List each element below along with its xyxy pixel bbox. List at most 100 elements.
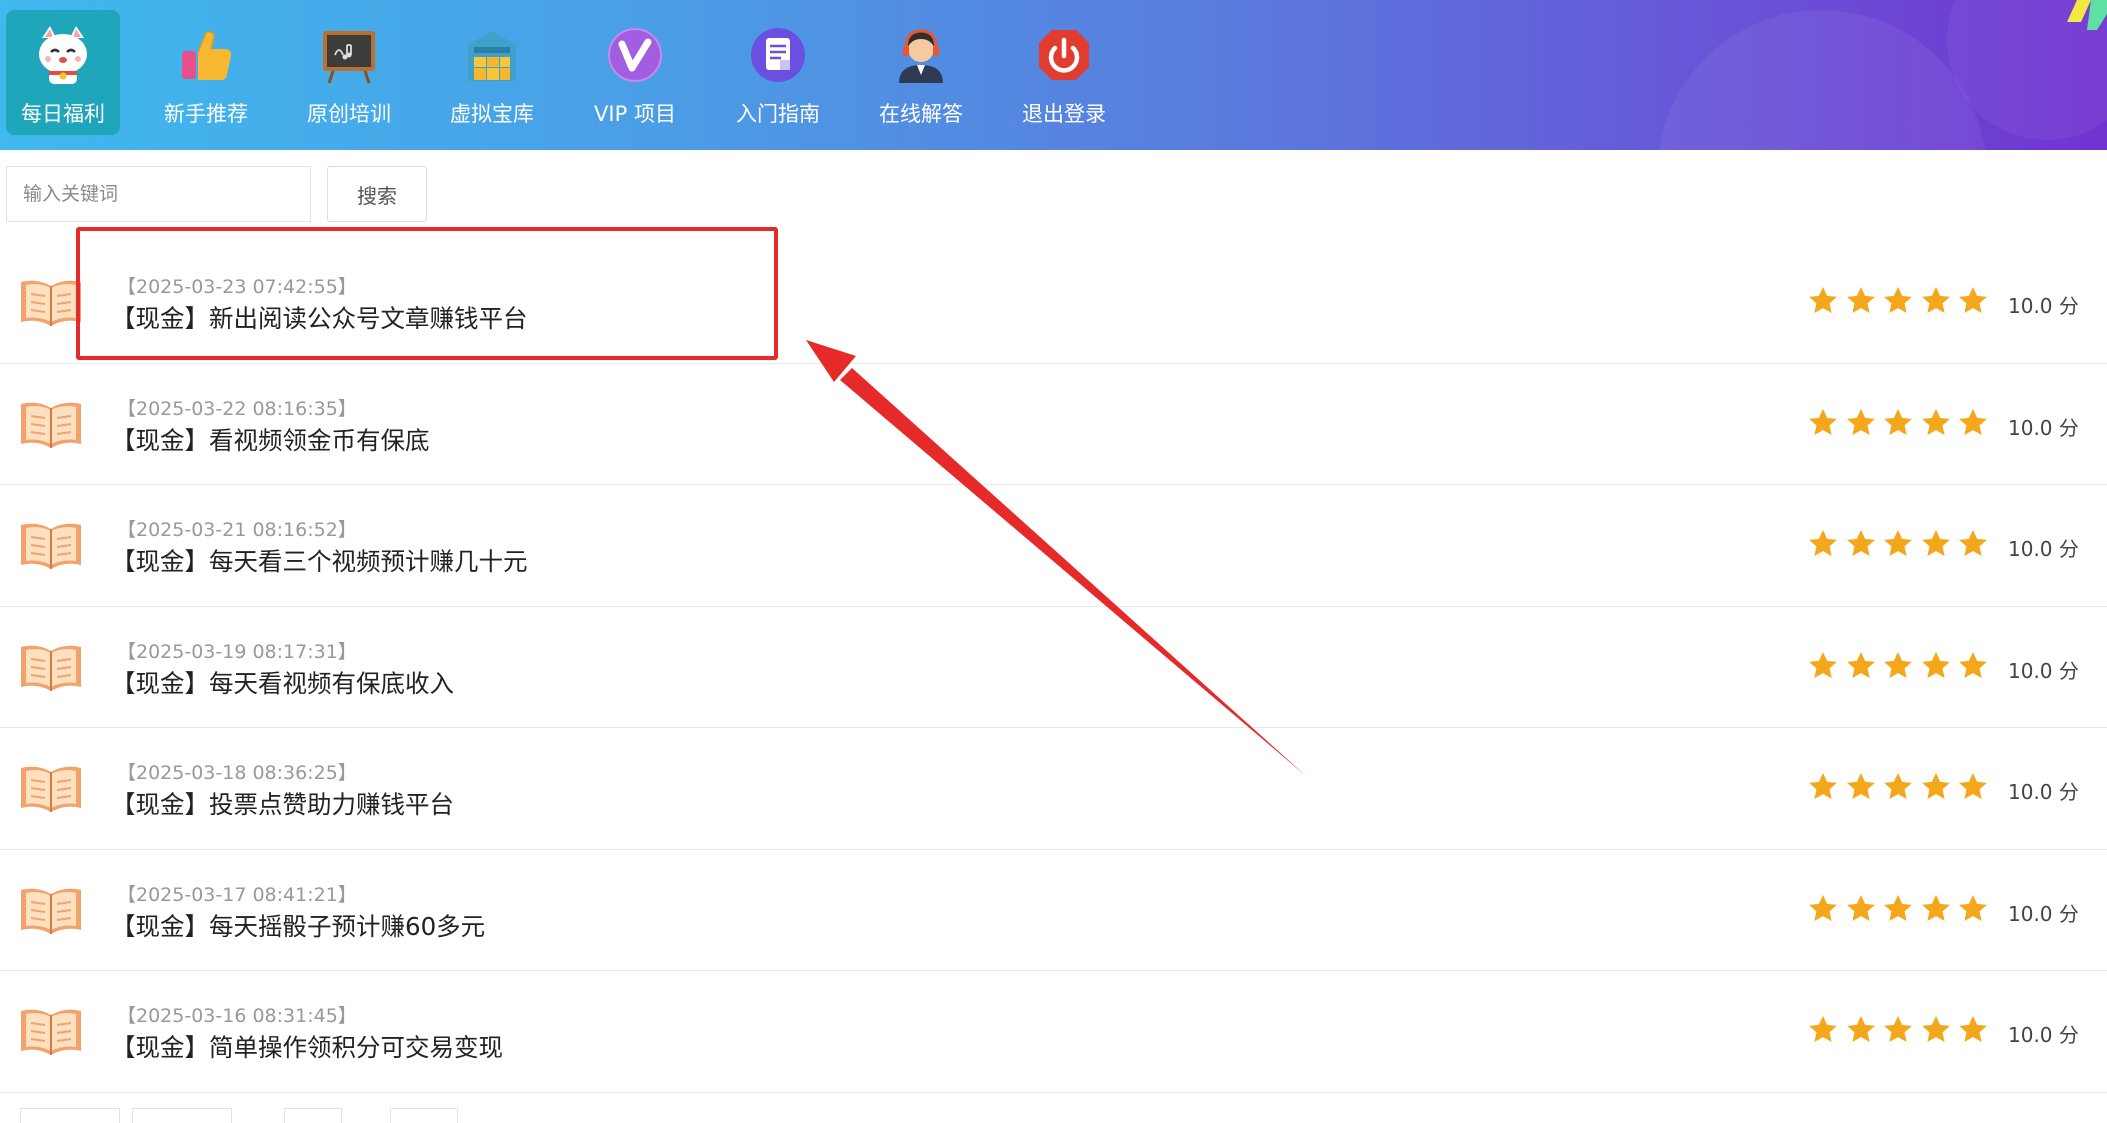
article-list: 【2025-03-23 07:42:55】 【现金】新出阅读公众号文章赚钱平台 … [0, 242, 2107, 1093]
blackboard-icon [316, 22, 382, 88]
star-icon [1959, 1016, 1987, 1042]
article-row[interactable]: 【2025-03-17 08:41:21】 【现金】每天摇骰子预计赚60多元 1… [0, 850, 2107, 971]
star-icon [1959, 287, 1987, 313]
power-icon [1031, 22, 1097, 88]
nav-label: 退出登录 [1022, 102, 1106, 126]
star-icon [1809, 287, 1837, 313]
article-row[interactable]: 【2025-03-18 08:36:25】 【现金】投票点赞助力赚钱平台 10.… [0, 728, 2107, 850]
article-title[interactable]: 【现金】简单操作领积分可交易变现 [111, 1029, 503, 1064]
article-date: 【2025-03-23 07:42:55】 [117, 276, 357, 298]
star-icon [1809, 894, 1837, 921]
star-icon [1921, 651, 1950, 678]
top-nav-bar: 每日福利 新手推荐 原创培训 虚拟宝库 VIP 项目 入门指南 在线解答 退出登… [0, 0, 2107, 150]
thumbs-up-icon [173, 22, 239, 88]
star-rating [1807, 771, 1989, 803]
star-icon [1959, 408, 1987, 435]
article-date: 【2025-03-17 08:41:21】 [117, 883, 357, 906]
open-book-icon [21, 523, 81, 569]
star-icon [1809, 1016, 1837, 1042]
star-icon [1921, 1016, 1950, 1042]
star-icon [1959, 651, 1987, 678]
star-icon [1959, 530, 1987, 556]
star-icon [1884, 530, 1912, 556]
nav-label: 新手推荐 [164, 102, 248, 126]
nav-label: 每日福利 [21, 102, 105, 126]
article-row[interactable]: 【2025-03-21 08:16:52】 【现金】每天看三个视频预计赚几十元 … [0, 485, 2107, 607]
nav-label: 原创培训 [307, 102, 391, 126]
open-book-icon [21, 402, 81, 448]
star-icon [1959, 894, 1987, 921]
search-input[interactable] [6, 166, 311, 222]
nav-label: VIP 项目 [594, 102, 676, 126]
nav-item-vip-project[interactable]: VIP 项目 [578, 10, 692, 135]
star-icon [1884, 1016, 1912, 1042]
open-book-icon [21, 645, 81, 691]
star-rating [1807, 285, 1989, 317]
star-icon [1959, 773, 1987, 799]
vip-badge-icon [602, 22, 668, 88]
nav-item-beginner-recommend[interactable]: 新手推荐 [149, 10, 263, 135]
star-icon [1921, 530, 1950, 556]
star-icon [1921, 408, 1950, 435]
document-icon [745, 22, 811, 88]
article-score: 10.0 分 [2008, 294, 2079, 318]
pagination-button[interactable] [390, 1108, 458, 1123]
star-icon [1809, 651, 1837, 678]
star-rating [1807, 650, 1989, 682]
corner-logo-icon [2067, 0, 2107, 30]
customer-service-icon [888, 22, 954, 88]
pagination-button[interactable] [132, 1108, 232, 1123]
article-row[interactable]: 【2025-03-22 08:16:35】 【现金】看视频领金币有保底 10.0… [0, 364, 2107, 485]
nav-item-online-answers[interactable]: 在线解答 [864, 10, 978, 135]
nav-label: 虚拟宝库 [450, 102, 534, 126]
star-icon [1809, 408, 1837, 435]
article-score: 10.0 分 [2008, 658, 2079, 683]
nav-item-getting-started[interactable]: 入门指南 [721, 10, 835, 135]
nav-item-daily-welfare[interactable]: 每日福利 [6, 10, 120, 135]
star-rating [1807, 407, 1989, 439]
article-score: 10.0 分 [2008, 901, 2079, 926]
article-title[interactable]: 【现金】每天摇骰子预计赚60多元 [111, 908, 485, 943]
article-score: 10.0 分 [2008, 1023, 2079, 1047]
article-date: 【2025-03-18 08:36:25】 [117, 762, 357, 784]
article-date: 【2025-03-21 08:16:52】 [117, 519, 357, 541]
star-icon [1884, 408, 1912, 435]
nav-item-virtual-treasury[interactable]: 虚拟宝库 [435, 10, 549, 135]
star-icon [1809, 773, 1837, 799]
star-icon [1921, 773, 1950, 799]
star-icon [1884, 287, 1912, 313]
article-score: 10.0 分 [2008, 415, 2079, 440]
article-row[interactable]: 【2025-03-16 08:31:45】 【现金】简单操作领积分可交易变现 1… [0, 971, 2107, 1093]
article-row[interactable]: 【2025-03-23 07:42:55】 【现金】新出阅读公众号文章赚钱平台 … [0, 242, 2107, 364]
nav-item-original-training[interactable]: 原创培训 [292, 10, 406, 135]
star-rating [1807, 893, 1989, 925]
star-icon [1846, 773, 1875, 799]
open-book-icon [21, 766, 81, 812]
pagination-button[interactable] [20, 1108, 120, 1123]
star-icon [1846, 894, 1875, 921]
article-row[interactable]: 【2025-03-19 08:17:31】 【现金】每天看视频有保底收入 10.… [0, 607, 2107, 728]
article-title[interactable]: 【现金】投票点赞助力赚钱平台 [111, 786, 454, 821]
star-icon [1846, 530, 1875, 556]
pagination-button[interactable] [284, 1108, 342, 1123]
star-rating [1807, 1014, 1989, 1046]
nav-label: 入门指南 [736, 102, 820, 126]
star-rating [1807, 528, 1989, 560]
star-icon [1921, 894, 1950, 921]
open-book-icon [21, 1009, 81, 1055]
nav-item-logout[interactable]: 退出登录 [1007, 10, 1121, 135]
pagination [20, 1108, 458, 1123]
article-title[interactable]: 【现金】看视频领金币有保底 [111, 422, 430, 457]
star-icon [1846, 287, 1875, 313]
star-icon [1884, 651, 1912, 678]
star-icon [1846, 1016, 1875, 1042]
article-title[interactable]: 【现金】每天看三个视频预计赚几十元 [111, 543, 528, 578]
open-book-icon [21, 280, 81, 326]
nav-label: 在线解答 [879, 102, 963, 126]
star-icon [1884, 894, 1912, 921]
article-title[interactable]: 【现金】每天看视频有保底收入 [111, 665, 454, 700]
star-icon [1884, 773, 1912, 799]
search-button[interactable]: 搜索 [327, 166, 427, 222]
article-title[interactable]: 【现金】新出阅读公众号文章赚钱平台 [111, 300, 528, 335]
article-date: 【2025-03-22 08:16:35】 [117, 397, 357, 420]
